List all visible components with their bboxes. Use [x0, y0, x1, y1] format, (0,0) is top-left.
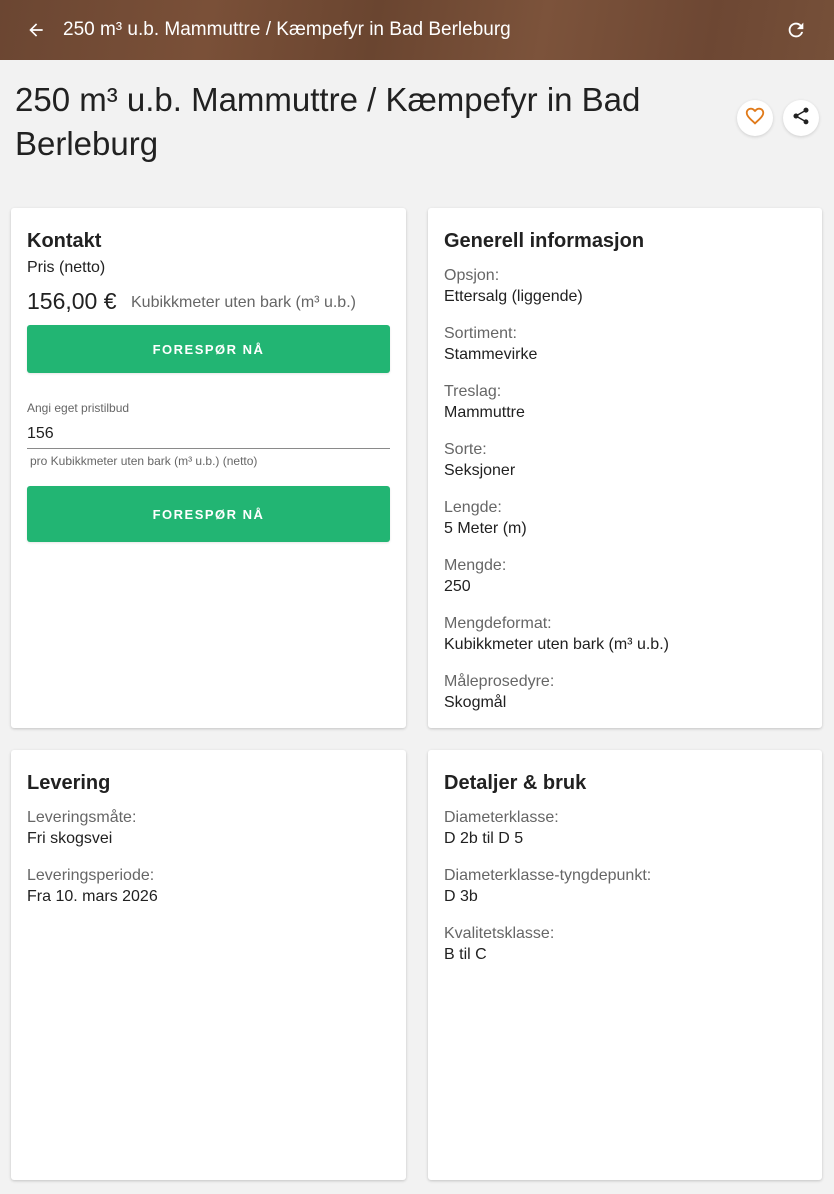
info-key: Treslag: — [444, 383, 502, 400]
info-value: Seksjoner — [444, 462, 516, 479]
general-info-heading: Generell informasjon — [444, 230, 645, 252]
offer-price-input[interactable] — [27, 419, 390, 449]
details-heading: Detaljer & bruk — [444, 772, 587, 794]
info-key: Sorte: — [444, 441, 487, 458]
kontakt-card: Kontakt Pris (netto) 156,00 € Kubikkmete… — [11, 208, 406, 728]
heart-outline-icon — [744, 105, 766, 132]
info-key: Opsjon: — [444, 267, 500, 284]
share-icon — [791, 106, 811, 131]
info-value: Fra 10. mars 2026 — [27, 888, 158, 905]
info-key: Diameterklasse: — [444, 809, 559, 826]
info-item-delivery-period: Leveringsperiode: Fra 10. mars 2026 — [27, 865, 158, 907]
info-value: 250 — [444, 578, 471, 595]
info-item-diameter-class: Diameterklasse: D 2b til D 5 — [444, 807, 651, 849]
general-info-card: Generell informasjon Opsjon: Ettersalg (… — [428, 208, 822, 728]
info-item-delivery-method: Leveringsmåte: Fri skogsvei — [27, 807, 158, 849]
info-value: Ettersalg (liggende) — [444, 288, 583, 305]
info-item-quantity: Mengde: 250 — [444, 555, 669, 597]
app-header: 250 m³ u.b. Mammuttre / Kæmpefyr in Bad … — [0, 0, 834, 60]
offer-field-label: Angi eget pristilbud — [27, 401, 130, 415]
info-value: D 3b — [444, 888, 478, 905]
info-key: Kvalitetsklasse: — [444, 925, 555, 942]
info-item-quantity-format: Mengdeformat: Kubikkmeter uten bark (m³ … — [444, 613, 669, 655]
delivery-info-list: Leveringsmåte: Fri skogsvei Leveringsper… — [27, 807, 158, 923]
info-value: Skogmål — [444, 694, 507, 711]
info-key: Sortiment: — [444, 325, 517, 342]
delivery-card: Levering Leveringsmåte: Fri skogsvei Lev… — [11, 750, 406, 1180]
info-item-sort: Sorte: Seksjoner — [444, 439, 669, 481]
info-key: Leveringsperiode: — [27, 867, 155, 884]
price-unit: Kubikkmeter uten bark (m³ u.b.) — [131, 294, 356, 311]
info-key: Lengde: — [444, 499, 502, 516]
kontakt-heading: Kontakt — [27, 230, 102, 252]
details-card: Detaljer & bruk Diameterklasse: D 2b til… — [428, 750, 822, 1180]
inquire-offer-button[interactable]: FORESPØR NÅ — [27, 486, 390, 542]
info-value: Kubikkmeter uten bark (m³ u.b.) — [444, 636, 669, 653]
info-value: D 2b til D 5 — [444, 830, 524, 847]
delivery-heading: Levering — [27, 772, 111, 794]
price-label: Pris (netto) — [27, 259, 106, 276]
refresh-icon[interactable] — [784, 18, 808, 42]
back-arrow-icon[interactable] — [24, 18, 48, 42]
info-key: Mengde: — [444, 557, 507, 574]
info-item-option: Opsjon: Ettersalg (liggende) — [444, 265, 669, 307]
info-value: Fri skogsvei — [27, 830, 113, 847]
info-value: Mammuttre — [444, 404, 525, 421]
info-item-diameter-centroid: Diameterklasse-tyngdepunkt: D 3b — [444, 865, 651, 907]
info-key: Diameterklasse-tyngdepunkt: — [444, 867, 652, 884]
info-key: Leveringsmåte: — [27, 809, 137, 826]
info-item-assortment: Sortiment: Stammevirke — [444, 323, 669, 365]
share-button[interactable] — [783, 100, 819, 136]
details-info-list: Diameterklasse: D 2b til D 5 Diameterkla… — [444, 807, 651, 981]
inquire-now-button[interactable]: FORESPØR NÅ — [27, 325, 390, 373]
header-title: 250 m³ u.b. Mammuttre / Kæmpefyr in Bad … — [63, 19, 511, 40]
info-item-measure-procedure: Måleprosedyre: Skogmål — [444, 671, 669, 713]
info-key: Måleprosedyre: — [444, 673, 555, 690]
info-item-length: Lengde: 5 Meter (m) — [444, 497, 669, 539]
info-value: 5 Meter (m) — [444, 520, 527, 537]
favorite-button[interactable] — [737, 100, 773, 136]
info-item-quality-class: Kvalitetsklasse: B til C — [444, 923, 651, 965]
info-key: Mengdeformat: — [444, 615, 552, 632]
offer-field-hint: pro Kubikkmeter uten bark (m³ u.b.) (net… — [30, 454, 258, 468]
info-value: B til C — [444, 946, 487, 963]
general-info-list: Opsjon: Ettersalg (liggende) Sortiment: … — [444, 265, 669, 729]
info-value: Stammevirke — [444, 346, 538, 363]
page-title: 250 m³ u.b. Mammuttre / Kæmpefyr in Bad … — [15, 81, 641, 162]
price-value: 156,00 € — [27, 288, 117, 314]
info-item-tree-species: Treslag: Mammuttre — [444, 381, 669, 423]
